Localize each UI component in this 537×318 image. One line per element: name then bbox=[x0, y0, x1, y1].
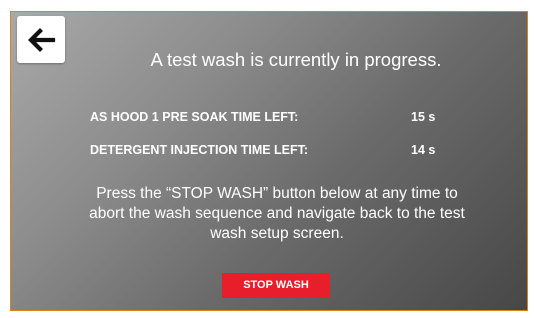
stop-wash-button[interactable]: STOP WASH bbox=[222, 273, 330, 298]
pre-soak-timer-value: 15 s bbox=[411, 110, 436, 124]
page-title: A test wash is currently in progress. bbox=[150, 49, 442, 70]
pre-soak-timer-label: AS HOOD 1 PRE SOAK TIME LEFT: bbox=[90, 110, 299, 124]
arrow-left-icon bbox=[28, 27, 56, 52]
detergent-timer-value: 14 s bbox=[411, 143, 436, 157]
instructions-text: Press the “STOP WASH” button below at an… bbox=[89, 185, 465, 242]
test-wash-panel: A test wash is currently in progress. AS… bbox=[10, 11, 528, 311]
back-button[interactable] bbox=[17, 16, 65, 63]
detergent-timer-label: DETERGENT INJECTION TIME LEFT: bbox=[90, 143, 309, 157]
